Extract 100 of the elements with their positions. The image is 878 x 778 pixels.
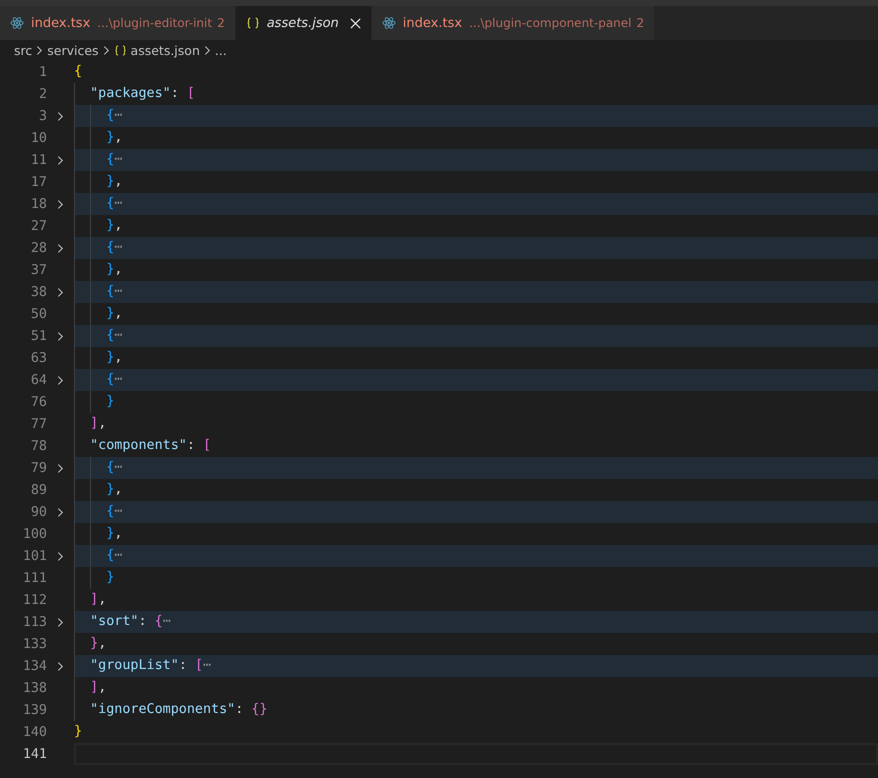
chevron-right-icon[interactable] bbox=[57, 616, 64, 628]
punctuation: : bbox=[186, 438, 196, 453]
punctuation: , bbox=[114, 482, 122, 497]
line-number: 17 bbox=[30, 174, 47, 190]
chevron-right-icon bbox=[36, 44, 44, 56]
bracket: ] bbox=[89, 416, 98, 431]
property-key: "ignoreComponents" bbox=[74, 702, 236, 717]
line-number: 113 bbox=[22, 614, 47, 630]
line-number: 112 bbox=[22, 592, 47, 608]
line-number: 50 bbox=[30, 306, 47, 322]
fold-ellipsis: ⋯ bbox=[114, 196, 122, 211]
bracket: { bbox=[105, 152, 114, 167]
atom-icon bbox=[382, 16, 396, 30]
chevron-right-icon[interactable] bbox=[57, 506, 64, 518]
punctuation: , bbox=[114, 262, 122, 277]
fold-ellipsis: ⋯ bbox=[114, 460, 122, 475]
fold-ellipsis: ⋯ bbox=[203, 658, 212, 673]
line-number: 111 bbox=[22, 570, 47, 586]
punctuation: : bbox=[138, 614, 148, 629]
breadcrumb-item[interactable]: src bbox=[14, 42, 32, 58]
punctuation: , bbox=[98, 636, 106, 651]
breadcrumb-item[interactable]: ... bbox=[214, 42, 227, 58]
bracket: } bbox=[74, 724, 82, 739]
bracket: [ bbox=[194, 658, 203, 673]
line-number: 38 bbox=[30, 284, 47, 300]
line-number: 18 bbox=[30, 196, 47, 212]
chevron-right-icon[interactable] bbox=[57, 198, 64, 210]
bracket: } bbox=[105, 482, 114, 497]
bracket: { bbox=[105, 284, 114, 299]
punctuation: , bbox=[114, 306, 122, 321]
punctuation: , bbox=[98, 680, 106, 695]
bracket: { bbox=[105, 460, 114, 475]
bracket: { bbox=[105, 240, 114, 255]
bracket: {} bbox=[251, 702, 268, 717]
atom-icon bbox=[10, 16, 24, 30]
editor-tab[interactable]: index.tsx ...\plugin-editor-init 2 bbox=[0, 6, 236, 40]
chevron-right-icon[interactable] bbox=[57, 462, 64, 474]
line-number: 79 bbox=[30, 460, 47, 476]
line-number: 64 bbox=[30, 372, 47, 388]
braces-icon bbox=[246, 16, 260, 30]
bracket: } bbox=[105, 526, 114, 541]
bracket: { bbox=[105, 108, 114, 123]
fold-ellipsis: ⋯ bbox=[114, 548, 122, 563]
chevron-right-icon[interactable] bbox=[57, 550, 64, 562]
chevron-right-icon[interactable] bbox=[57, 110, 64, 122]
breadcrumb-item[interactable]: services bbox=[47, 42, 99, 58]
line-number: 133 bbox=[22, 636, 47, 652]
fold-ellipsis: ⋯ bbox=[114, 284, 122, 299]
line-number: 27 bbox=[30, 218, 47, 234]
punctuation: , bbox=[114, 174, 122, 189]
fold-ellipsis: ⋯ bbox=[114, 108, 122, 123]
bracket: } bbox=[105, 306, 114, 321]
problem-count: 2 bbox=[636, 16, 644, 30]
property-key: "sort" bbox=[74, 614, 138, 629]
line-number: 51 bbox=[30, 328, 47, 344]
punctuation: , bbox=[114, 218, 122, 233]
chevron-right-icon[interactable] bbox=[57, 242, 64, 254]
tab-filename: index.tsx bbox=[31, 16, 90, 30]
line-number: 101 bbox=[22, 548, 47, 564]
editor-tab[interactable]: assets.json bbox=[236, 6, 372, 40]
chevron-right-icon[interactable] bbox=[57, 374, 64, 386]
bracket: [ bbox=[186, 86, 195, 101]
editor-tab[interactable]: index.tsx ...\plugin-component-panel 2 bbox=[372, 6, 656, 40]
close-icon[interactable] bbox=[350, 18, 361, 28]
line-number: 141 bbox=[22, 746, 47, 762]
chevron-right-icon bbox=[102, 44, 110, 56]
fold-ellipsis: ⋯ bbox=[162, 614, 171, 629]
line-number: 10 bbox=[30, 130, 47, 146]
line-number: 138 bbox=[22, 680, 47, 696]
punctuation: : bbox=[235, 702, 244, 717]
fold-ellipsis: ⋯ bbox=[114, 328, 122, 343]
bracket: ] bbox=[89, 680, 98, 695]
line-number: 63 bbox=[30, 350, 47, 366]
line-number: 89 bbox=[30, 482, 47, 498]
chevron-right-icon[interactable] bbox=[57, 154, 64, 166]
chevron-right-icon[interactable] bbox=[57, 286, 64, 298]
bracket: { bbox=[105, 196, 114, 211]
bracket: } bbox=[89, 636, 98, 651]
punctuation: , bbox=[114, 350, 122, 365]
line-number: 76 bbox=[30, 394, 47, 410]
tab-filename: index.tsx bbox=[402, 16, 462, 30]
fold-ellipsis: ⋯ bbox=[114, 152, 122, 167]
line-number: 2 bbox=[38, 86, 47, 102]
chevron-right-icon[interactable] bbox=[57, 660, 64, 672]
line-number: 139 bbox=[22, 702, 47, 718]
tab-filename: assets.json bbox=[266, 16, 339, 30]
breadcrumb-item[interactable]: assets.json bbox=[114, 42, 200, 58]
line-number: 11 bbox=[30, 152, 47, 168]
line-number: 77 bbox=[30, 416, 47, 432]
line-number: 78 bbox=[30, 438, 47, 454]
line-number: 134 bbox=[22, 658, 47, 674]
bracket: { bbox=[154, 614, 163, 629]
punctuation: : bbox=[170, 86, 180, 101]
line-number: 37 bbox=[30, 262, 47, 278]
chevron-right-icon[interactable] bbox=[57, 330, 64, 342]
chevron-right-icon bbox=[204, 44, 211, 56]
fold-ellipsis: ⋯ bbox=[114, 504, 122, 519]
punctuation: , bbox=[98, 592, 106, 607]
fold-ellipsis: ⋯ bbox=[114, 240, 122, 255]
punctuation: : bbox=[178, 658, 188, 673]
